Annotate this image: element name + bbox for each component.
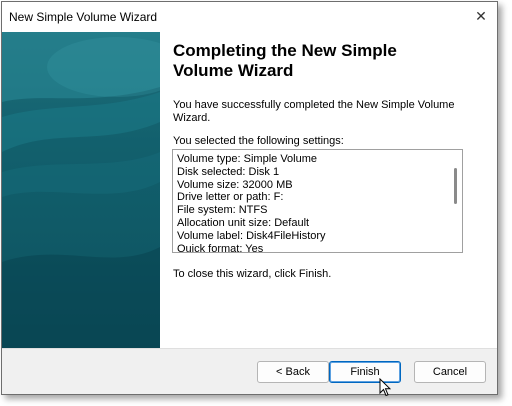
success-line-1: You have successfully completed the New … <box>173 99 455 111</box>
setting-volume-type: Volume type: Simple Volume <box>177 153 318 165</box>
setting-file-system: File system: NTFS <box>177 204 268 217</box>
scrollbar-thumb[interactable] <box>454 168 457 204</box>
success-line-2: Wizard. <box>173 112 211 124</box>
setting-disk-selected: Disk selected: Disk 1 <box>177 165 280 178</box>
settings-summary-box[interactable]: Volume type: Simple Volume Disk selected… <box>172 149 463 253</box>
wizard-content: Completing the New Simple Volume Wizard … <box>160 32 497 348</box>
heading-line-1: Completing the New Simple <box>173 41 397 60</box>
setting-allocation-unit: Allocation unit size: Default <box>177 216 310 229</box>
wizard-banner <box>2 32 160 348</box>
setting-volume-label: Volume label: Disk4FileHistory <box>177 229 326 242</box>
close-button[interactable]: ✕ <box>471 7 491 25</box>
button-bar: < Back Finish Cancel <box>2 348 497 394</box>
close-icon: ✕ <box>475 7 487 24</box>
title-bar: New Simple Volume Wizard ✕ <box>2 2 497 32</box>
settings-scrollbar[interactable] <box>450 150 462 252</box>
mouse-pointer-icon <box>379 378 391 397</box>
settings-list: Volume type: Simple Volume Disk selected… <box>177 153 326 253</box>
back-button[interactable]: < Back <box>257 361 329 383</box>
success-message: You have successfully completed the New … <box>173 99 473 125</box>
wizard-window: New Simple Volume Wizard ✕ Completing th… <box>1 1 498 395</box>
banner-art <box>2 32 160 348</box>
closing-instruction: To close this wizard, click Finish. <box>173 268 332 280</box>
setting-drive-letter: Drive letter or path: F: <box>177 191 284 204</box>
setting-quick-format: Quick format: Yes <box>177 242 264 253</box>
heading-line-2: Volume Wizard <box>173 61 294 80</box>
cancel-button[interactable]: Cancel <box>414 361 486 383</box>
setting-volume-size: Volume size: 32000 MB <box>177 178 293 191</box>
page-title: Completing the New Simple Volume Wizard <box>173 41 473 81</box>
settings-label: You selected the following settings: <box>173 135 344 147</box>
window-title: New Simple Volume Wizard <box>9 10 158 24</box>
